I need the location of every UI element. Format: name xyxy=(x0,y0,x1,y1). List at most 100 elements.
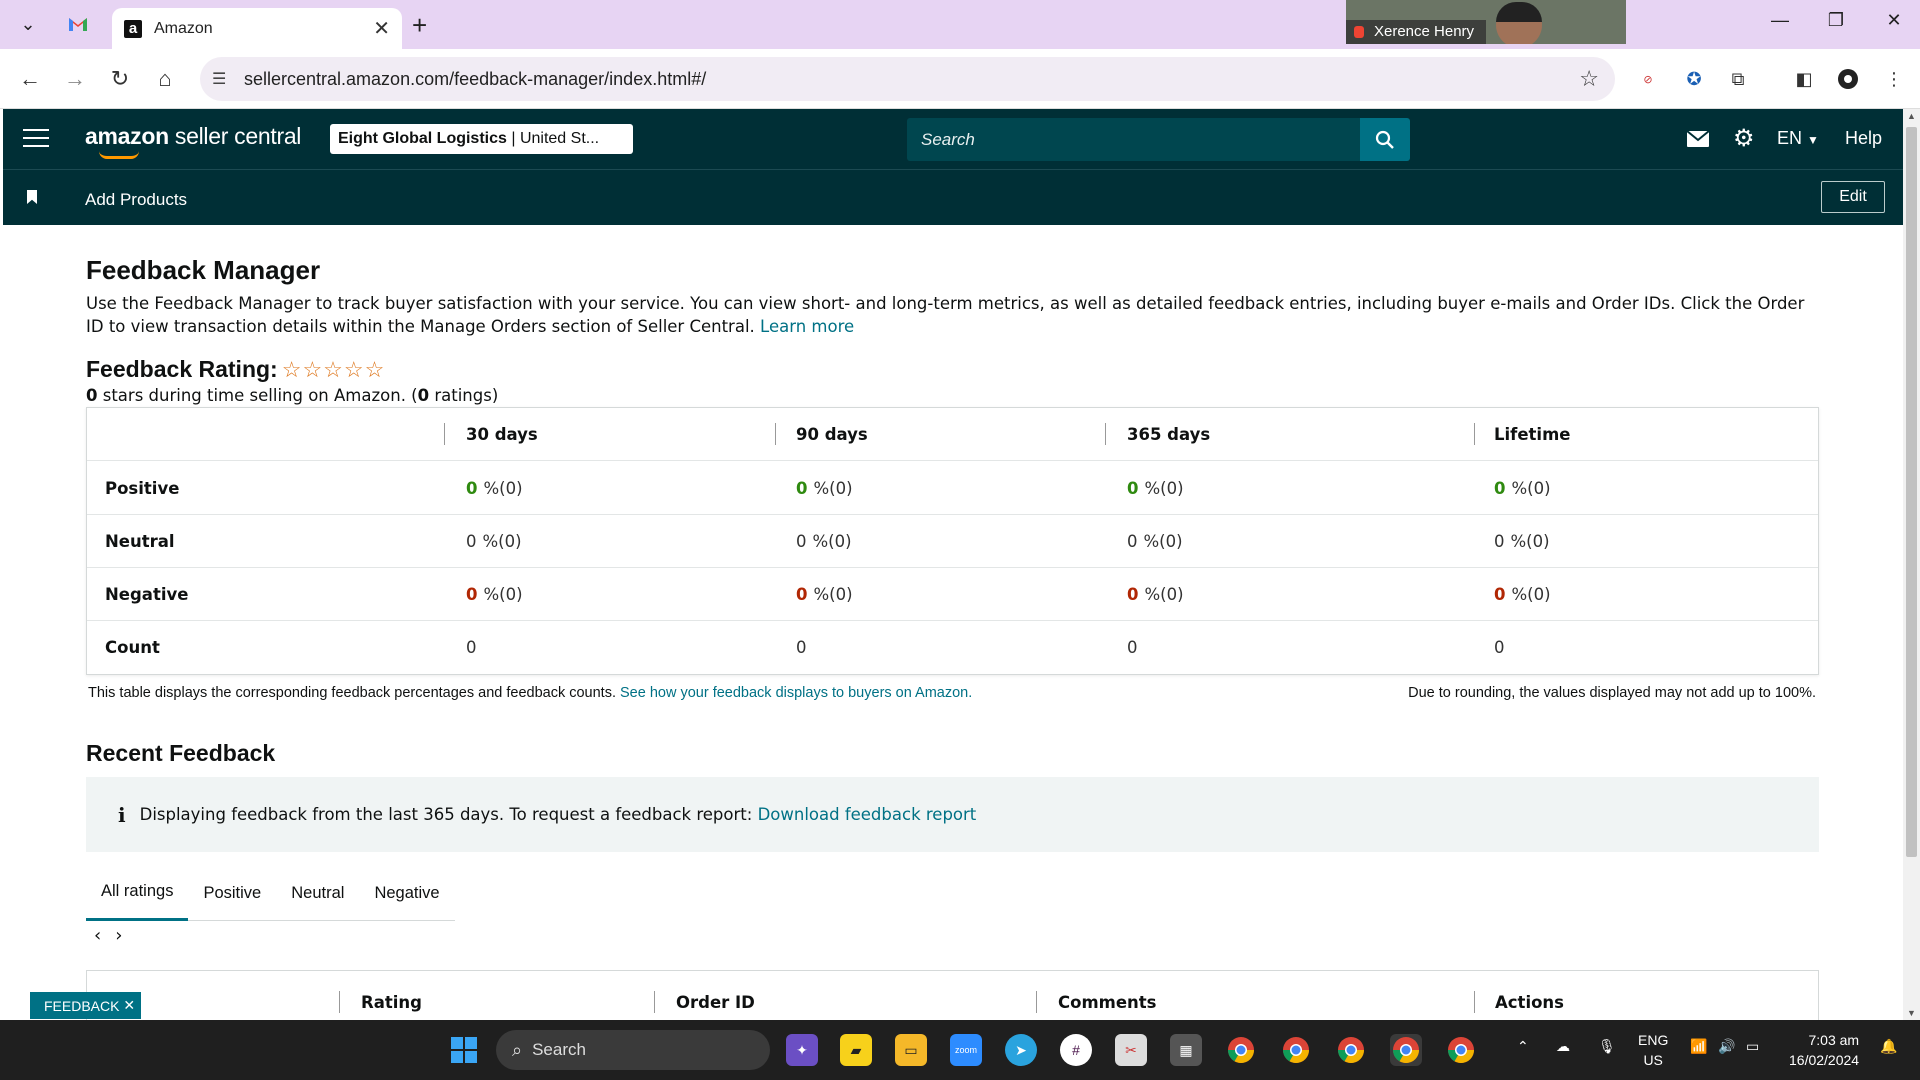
zoom-icon[interactable]: zoom xyxy=(950,1034,982,1066)
mail-icon[interactable] xyxy=(1686,127,1710,153)
slack-icon[interactable]: # xyxy=(1060,1034,1092,1066)
tab-search-chevron-icon[interactable]: ⌄ xyxy=(8,8,48,40)
chrome-icon-2[interactable] xyxy=(1280,1034,1312,1066)
site-settings-icon[interactable]: ☰ xyxy=(212,69,236,89)
browser-menu-icon[interactable]: ⋮ xyxy=(1880,65,1908,93)
side-panel-icon[interactable]: ◧ xyxy=(1790,65,1818,93)
video-call-thumbnail[interactable]: Xerence Henry xyxy=(1346,0,1626,44)
tab-negative[interactable]: Negative xyxy=(359,865,454,921)
row-label: Count xyxy=(105,638,160,657)
extension-icon-1[interactable]: ⊘ xyxy=(1634,65,1662,93)
table-cell: 0 xyxy=(1127,638,1138,657)
edit-button[interactable]: Edit xyxy=(1821,181,1885,213)
gmail-tab-icon[interactable] xyxy=(58,8,98,40)
new-tab-button[interactable]: + xyxy=(412,10,427,41)
restore-icon[interactable]: ❐ xyxy=(1816,10,1856,31)
taskbar-clock[interactable]: 7:03 am 16/02/2024 xyxy=(1789,1030,1859,1070)
scrollbar-thumb[interactable] xyxy=(1906,127,1917,857)
search-input[interactable] xyxy=(921,129,1346,150)
table-cell: 0 %(0) xyxy=(1127,585,1184,604)
minimize-icon[interactable]: — xyxy=(1760,10,1800,31)
help-link[interactable]: Help xyxy=(1845,128,1882,149)
seller-central-header: amazon seller central Eight Global Logis… xyxy=(3,109,1903,169)
table-cell: 0 %(0) xyxy=(1127,479,1184,498)
chrome-icon-1[interactable] xyxy=(1225,1034,1257,1066)
table-cell: 0 %(0) xyxy=(796,585,853,604)
chrome-icon-active[interactable] xyxy=(1390,1034,1422,1066)
close-tab-icon[interactable]: ✕ xyxy=(373,16,390,41)
forward-icon[interactable]: → xyxy=(59,63,91,95)
bookmark-icon xyxy=(27,190,37,204)
account-marketplace: | United St... xyxy=(506,130,600,147)
tab-all-ratings[interactable]: All ratings xyxy=(86,865,189,921)
sticky-notes-icon[interactable]: ▰ xyxy=(840,1034,872,1066)
add-products-link[interactable]: Add Products xyxy=(85,190,187,210)
feedback-summary-table: 30 days 90 days 365 days Lifetime Positi… xyxy=(86,407,1819,675)
microphone-icon[interactable]: 🎙 xyxy=(1598,1038,1616,1055)
address-bar[interactable]: ☰ sellercentral.amazon.com/feedback-mana… xyxy=(200,57,1615,101)
video-caller-name: Xerence Henry xyxy=(1346,20,1486,44)
tray-chevron-up-icon[interactable]: ⌃ xyxy=(1517,1038,1529,1055)
extension-icon-2[interactable]: ✪ xyxy=(1680,65,1708,93)
feedback-widget-button[interactable]: FEEDBACK ✕ xyxy=(30,992,141,1019)
volume-icon[interactable]: 🔊 xyxy=(1718,1038,1735,1055)
learn-more-link[interactable]: Learn more xyxy=(760,317,854,336)
battery-icon[interactable]: ▭ xyxy=(1746,1038,1759,1055)
seller-central-logo[interactable]: amazon seller central xyxy=(85,123,302,159)
scroll-up-icon[interactable]: ▲ xyxy=(1907,111,1916,121)
search-button[interactable] xyxy=(1360,118,1410,161)
input-language-indicator[interactable]: ENG US xyxy=(1638,1030,1668,1070)
chevron-down-icon: ▼ xyxy=(1807,133,1819,147)
settings-gear-icon[interactable]: ⚙ xyxy=(1733,124,1755,153)
star-rating-icon: ☆☆☆☆☆ xyxy=(281,356,386,382)
page-scrollbar[interactable]: ▲ ▼ xyxy=(1903,109,1920,1020)
window-close-icon[interactable]: ✕ xyxy=(1874,10,1914,31)
clock-time: 7:03 am xyxy=(1808,1032,1860,1048)
info-icon: i xyxy=(118,802,126,827)
table-cell: 0 xyxy=(466,638,477,657)
main-content: Feedback Manager Use the Feedback Manage… xyxy=(0,225,1903,1020)
search-box[interactable] xyxy=(907,118,1360,161)
windows-start-icon[interactable] xyxy=(448,1034,480,1066)
recent-feedback-title: Recent Feedback xyxy=(86,740,276,766)
extensions-puzzle-icon[interactable]: ⧉ xyxy=(1724,65,1752,93)
download-feedback-report-link[interactable]: Download feedback report xyxy=(758,805,977,824)
tab-neutral[interactable]: Neutral xyxy=(276,865,359,921)
tab-positive[interactable]: Positive xyxy=(188,865,276,921)
bookmark-star-icon[interactable]: ☆ xyxy=(1579,66,1599,92)
home-icon[interactable]: ⌂ xyxy=(149,63,181,95)
onedrive-cloud-icon[interactable]: ☁ xyxy=(1556,1038,1570,1055)
wifi-icon[interactable]: 📶 xyxy=(1690,1038,1707,1055)
chrome-icon-3[interactable] xyxy=(1335,1034,1367,1066)
account-switcher[interactable]: Eight Global Logistics | United St... xyxy=(330,124,633,154)
notifications-bell-icon[interactable]: 🔔 xyxy=(1880,1038,1897,1055)
clock-date: 16/02/2024 xyxy=(1789,1052,1860,1068)
profile-avatar-icon[interactable] xyxy=(1834,65,1862,93)
language-selector[interactable]: EN ▼ xyxy=(1777,128,1819,149)
back-icon[interactable]: ← xyxy=(14,63,46,95)
table-cell: 0 %(0) xyxy=(1494,585,1551,604)
hamburger-menu-icon[interactable] xyxy=(23,129,49,149)
taskbar-search[interactable]: ⌕ Search xyxy=(496,1030,770,1070)
scroll-down-icon[interactable]: ▼ xyxy=(1907,1008,1916,1018)
feedback-display-link[interactable]: See how your feedback displays to buyers… xyxy=(620,685,972,701)
snipping-tool-icon[interactable]: ✂ xyxy=(1115,1034,1147,1066)
chevron-left-icon[interactable]: ‹ xyxy=(94,925,101,946)
browser-tab-active[interactable]: a Amazon ✕ xyxy=(112,8,402,49)
tab-title: Amazon xyxy=(154,19,213,37)
rating-tabs: All ratings Positive Neutral Negative xyxy=(86,865,455,921)
telegram-icon[interactable]: ➤ xyxy=(1005,1034,1037,1066)
reload-icon[interactable]: ↻ xyxy=(104,63,136,95)
close-icon[interactable]: ✕ xyxy=(123,997,135,1014)
chevron-right-icon[interactable]: › xyxy=(115,925,122,946)
col-header-365-days: 365 days xyxy=(1127,425,1211,444)
logo-seller-central-text: seller central xyxy=(168,123,302,149)
copilot-icon[interactable]: ✦ xyxy=(786,1034,818,1066)
file-explorer-icon[interactable]: ▭ xyxy=(895,1034,927,1066)
page-intro: Use the Feedback Manager to track buyer … xyxy=(86,292,1821,338)
info-text: Displaying feedback from the last 365 da… xyxy=(139,805,753,824)
chrome-icon-5[interactable] xyxy=(1445,1034,1477,1066)
account-name: Eight Global Logistics xyxy=(338,130,507,147)
url-text[interactable]: sellercentral.amazon.com/feedback-manage… xyxy=(244,69,1579,90)
calculator-icon[interactable]: ▦ xyxy=(1170,1034,1202,1066)
